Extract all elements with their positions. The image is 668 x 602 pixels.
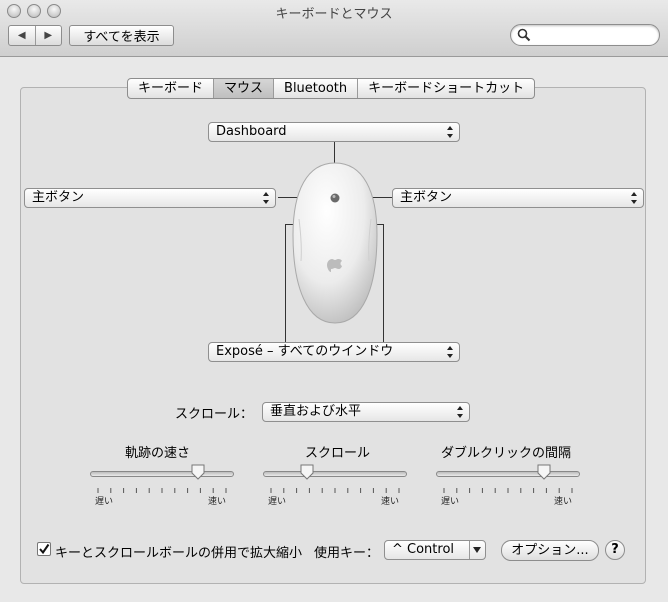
search-icon (517, 28, 531, 42)
popup-arrows-icon (631, 192, 637, 204)
search-input[interactable] (535, 27, 655, 43)
chevron-down-icon (469, 541, 481, 559)
forward-button[interactable]: ▶ (34, 26, 62, 45)
zoom-checkbox[interactable] (37, 542, 51, 556)
slider-min-label: 遅い (441, 497, 460, 507)
show-all-button[interactable]: すべてを表示 (69, 25, 174, 46)
bottom-button-value: Exposé – すべてのウインドウ (216, 344, 394, 359)
back-button[interactable]: ◀ (9, 26, 35, 45)
nav-buttons: ◀ ▶ (8, 25, 62, 46)
slider-label: スクロール (305, 446, 371, 461)
slider-thumb[interactable] (191, 464, 205, 480)
popup-arrows-icon (457, 406, 463, 418)
modifier-key-value: ^ Control (392, 542, 455, 557)
popup-arrows-icon (447, 346, 453, 358)
title-bar: キーボードとマウス ◀ ▶ すべてを表示 (0, 0, 668, 57)
tab-bluetooth[interactable]: Bluetooth (273, 79, 357, 98)
slider-ticks (97, 488, 227, 493)
right-button-popup[interactable]: 主ボタン (392, 188, 644, 208)
tab-keyboard-shortcuts[interactable]: キーボードショートカット (357, 79, 534, 98)
back-icon: ◀ (17, 30, 26, 41)
tab-keyboard[interactable]: キーボード (128, 79, 213, 98)
slider-thumb[interactable] (537, 464, 551, 480)
mouse-image (292, 162, 378, 324)
popup-arrows-icon (447, 126, 453, 138)
left-button-popup[interactable]: 主ボタン (24, 188, 276, 208)
scroll-value: 垂直および水平 (270, 404, 362, 419)
slider-min-label: 遅い (268, 497, 287, 507)
tab-mouse[interactable]: マウス (213, 79, 274, 98)
slider-label: 軌跡の速さ (125, 446, 191, 461)
connector-line (285, 224, 286, 342)
slider-ticks (270, 488, 400, 493)
modifier-key-popup[interactable]: ^ Control (384, 540, 486, 560)
tracking-speed-slider[interactable] (90, 471, 234, 477)
bottom-button-popup[interactable]: Exposé – すべてのウインドウ (208, 342, 460, 362)
slider-max-label: 速い (554, 497, 573, 507)
slider-ticks (443, 488, 573, 493)
scroll-label: スクロール： (175, 407, 254, 422)
top-button-popup[interactable]: Dashboard (208, 122, 460, 142)
top-button-value: Dashboard (216, 124, 287, 139)
popup-arrows-icon (263, 192, 269, 204)
slider-max-label: 速い (208, 497, 227, 507)
options-button[interactable]: オプション... (501, 540, 599, 561)
connector-line (383, 224, 384, 342)
search-field[interactable] (510, 24, 660, 46)
left-button-value: 主ボタン (32, 190, 85, 205)
forward-icon: ▶ (44, 30, 53, 41)
zoom-checkbox-label: キーとスクロールボールの併用で拡大縮小 (55, 546, 303, 561)
right-button-value: 主ボタン (400, 190, 453, 205)
double-click-speed-slider[interactable] (436, 471, 580, 477)
modifier-key-label: 使用キー： (314, 546, 380, 561)
scroll-speed-slider[interactable] (263, 471, 407, 477)
help-button[interactable]: ? (605, 540, 625, 560)
window-title: キーボードとマウス (275, 7, 393, 22)
slider-max-label: 速い (381, 497, 400, 507)
slider-label: ダブルクリックの間隔 (441, 446, 572, 461)
checkmark-icon (39, 543, 50, 555)
tab-bar: キーボード マウス Bluetooth キーボードショートカット (127, 78, 536, 99)
slider-min-label: 遅い (95, 497, 114, 507)
scroll-popup[interactable]: 垂直および水平 (262, 402, 470, 422)
slider-thumb[interactable] (300, 464, 314, 480)
